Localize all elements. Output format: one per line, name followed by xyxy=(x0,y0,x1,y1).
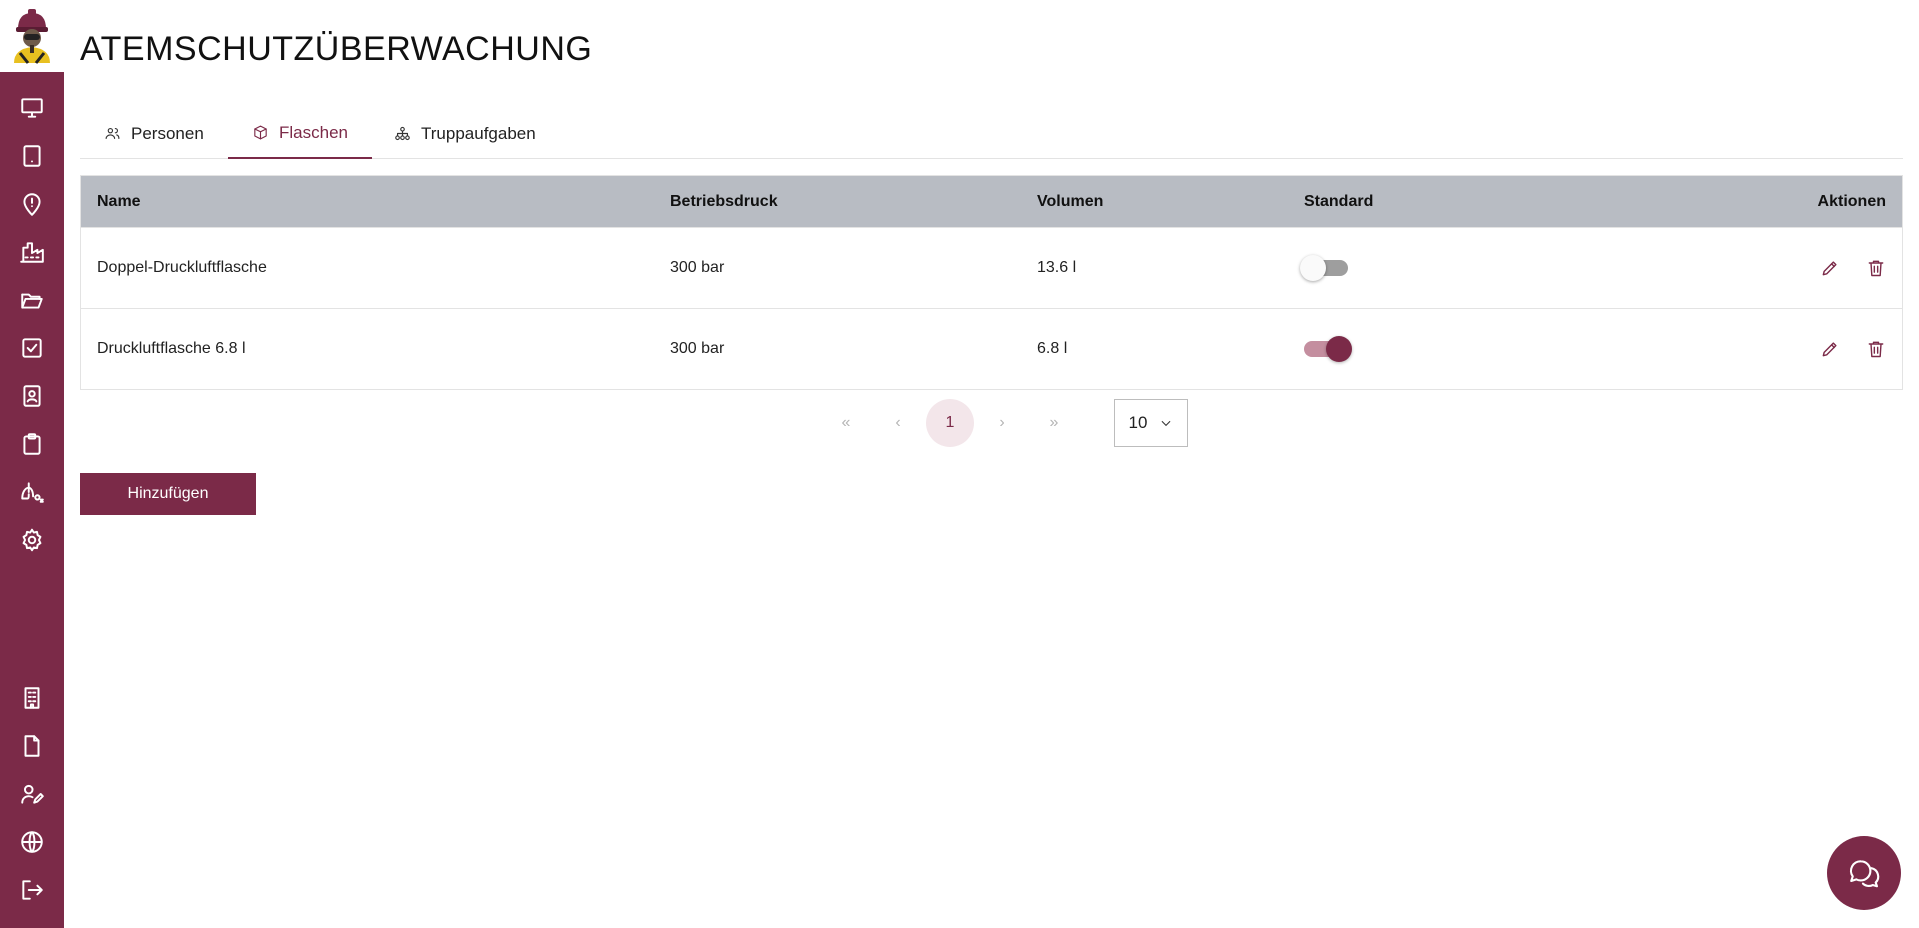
tab-personen[interactable]: Personen xyxy=(80,108,228,159)
column-header-name: Name xyxy=(97,192,141,210)
people-icon xyxy=(105,127,120,140)
lungs-o2-icon xyxy=(21,482,44,503)
sidebar-item-breathing[interactable] xyxy=(18,478,46,506)
sidebar-item-tasks[interactable] xyxy=(18,334,46,362)
tablet-icon xyxy=(23,145,41,167)
row-actions xyxy=(1820,258,1886,278)
table-row: Druckluftflasche 6.8 l 300 bar 6.8 l xyxy=(81,308,1902,389)
chevron-down-icon xyxy=(1161,420,1171,427)
checkbox-icon xyxy=(22,338,42,358)
flaschen-table: Name Betriebsdruck Volumen Standard Akti… xyxy=(80,175,1903,390)
box-icon xyxy=(254,125,267,140)
tab-label: Flaschen xyxy=(279,122,348,142)
clipboard-icon xyxy=(23,433,41,455)
gear-icon xyxy=(22,528,42,552)
user-edit-icon xyxy=(21,784,44,804)
page-size-select[interactable]: 10 xyxy=(1114,399,1188,447)
page-size-value: 10 xyxy=(1128,413,1148,432)
standard-toggle[interactable] xyxy=(1304,336,1352,362)
sidebar-item-language[interactable] xyxy=(18,828,46,856)
factory-icon xyxy=(20,242,44,263)
alert-pin-icon xyxy=(23,193,41,216)
sidebar-item-alert[interactable] xyxy=(18,190,46,218)
cell-volumen: 6.8 l xyxy=(1037,340,1068,357)
sidebar-item-monitor[interactable] xyxy=(18,94,46,122)
cell-betriebsdruck: 300 bar xyxy=(670,340,725,357)
edit-icon[interactable] xyxy=(1820,339,1840,359)
tab-bar: Personen Flaschen Truppaufgaben xyxy=(80,108,1903,159)
toggle-knob xyxy=(1300,255,1326,281)
next-page-button[interactable]: › xyxy=(976,399,1028,447)
sidebar-item-settings[interactable] xyxy=(18,526,46,554)
folder-open-icon xyxy=(21,293,43,309)
logout-icon xyxy=(22,880,43,900)
first-page-button[interactable]: « xyxy=(820,399,872,447)
last-page-button[interactable]: » xyxy=(1028,399,1080,447)
add-button[interactable]: Hinzufügen xyxy=(80,473,256,515)
cell-volumen: 13.6 l xyxy=(1037,259,1077,276)
sidebar xyxy=(0,72,64,928)
cell-name: Druckluftflasche 6.8 l xyxy=(97,340,246,357)
sidebar-item-logout[interactable] xyxy=(18,876,46,904)
edit-icon[interactable] xyxy=(1820,258,1840,278)
tab-label: Truppaufgaben xyxy=(421,123,536,143)
tab-truppaufgaben[interactable]: Truppaufgaben xyxy=(370,108,560,159)
document-icon xyxy=(24,735,40,757)
tab-label: Personen xyxy=(131,123,204,143)
page-button-current[interactable]: 1 xyxy=(926,399,974,447)
cell-standard xyxy=(1304,336,1352,362)
chat-button[interactable] xyxy=(1827,836,1901,910)
sidebar-item-folder[interactable] xyxy=(18,286,46,314)
firefighter-avatar-icon xyxy=(14,9,50,64)
delete-icon[interactable] xyxy=(1866,339,1886,359)
cell-standard xyxy=(1300,255,1348,281)
contact-icon xyxy=(23,385,41,407)
sidebar-item-factory[interactable] xyxy=(18,238,46,266)
column-header-aktionen: Aktionen xyxy=(1817,192,1886,210)
prev-page-button[interactable]: ‹ xyxy=(872,399,924,447)
row-actions xyxy=(1820,339,1886,359)
pagination: « ‹ 1 › » 10 xyxy=(820,399,1188,447)
column-header-volumen: Volumen xyxy=(1037,192,1104,210)
app-root: ATEMSCHUTZÜBERWACHUNG Personen Flaschen … xyxy=(0,0,1919,928)
monitor-icon xyxy=(21,98,43,118)
sidebar-item-contacts[interactable] xyxy=(18,382,46,410)
sidebar-item-user-edit[interactable] xyxy=(18,780,46,808)
hierarchy-icon xyxy=(395,126,410,141)
chat-icon xyxy=(1849,860,1880,888)
standard-toggle[interactable] xyxy=(1300,255,1348,281)
cell-name: Doppel-Druckluftflasche xyxy=(97,259,267,276)
toggle-knob xyxy=(1326,336,1352,362)
cell-betriebsdruck: 300 bar xyxy=(670,259,725,276)
globe-icon xyxy=(21,831,43,853)
sidebar-item-document[interactable] xyxy=(18,732,46,760)
sidebar-item-clipboard[interactable] xyxy=(18,430,46,458)
table-row: Doppel-Druckluftflasche 300 bar 13.6 l xyxy=(81,227,1902,308)
column-header-betriebsdruck: Betriebsdruck xyxy=(670,192,778,210)
sidebar-item-tablet[interactable] xyxy=(18,142,46,170)
sidebar-item-building[interactable] xyxy=(18,684,46,712)
building-icon xyxy=(24,687,40,709)
page-title: ATEMSCHUTZÜBERWACHUNG xyxy=(80,30,593,68)
tab-flaschen[interactable]: Flaschen xyxy=(228,108,372,159)
app-logo[interactable] xyxy=(0,0,64,72)
delete-icon[interactable] xyxy=(1866,258,1886,278)
table-header: Name Betriebsdruck Volumen Standard Akti… xyxy=(81,176,1902,227)
column-header-standard: Standard xyxy=(1304,192,1374,210)
